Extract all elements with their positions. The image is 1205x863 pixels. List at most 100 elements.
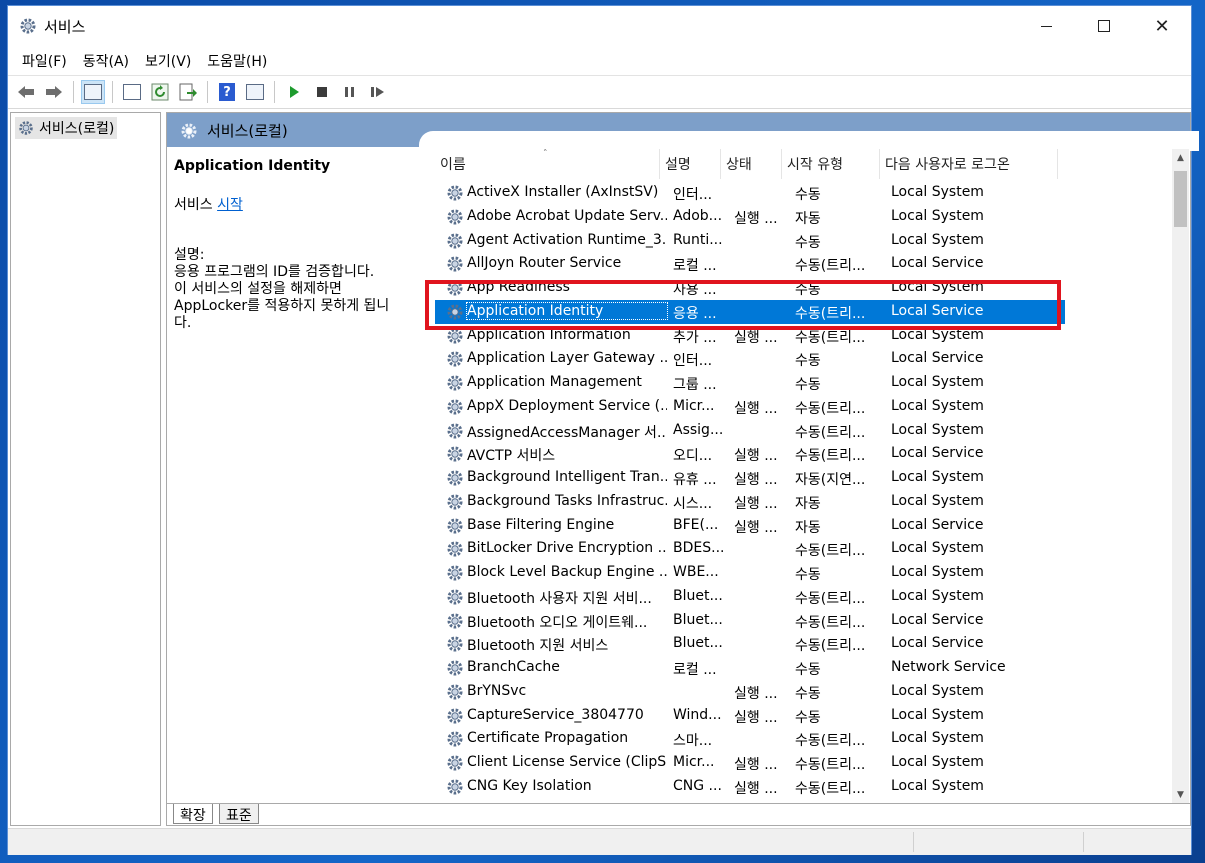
- service-logon: Local System: [891, 587, 984, 604]
- column-header-startup-type[interactable]: 시작 유형: [782, 149, 880, 179]
- table-row[interactable]: Adobe Acrobat Update Serv... Adob... 실행 ..…: [435, 205, 1065, 229]
- table-row[interactable]: Bluetooth 오디오 게이트웨... Bluet... 수동(트리... Loc…: [435, 609, 1065, 633]
- table-row[interactable]: ActiveX Installer (AxInstSV) 인터... 수동 Local…: [435, 181, 1065, 205]
- service-logon: Network Service: [891, 659, 1006, 675]
- title-bar: 서비스 ✕: [8, 6, 1191, 46]
- toolbar-separator: [207, 81, 208, 103]
- column-header-description[interactable]: 설명: [660, 149, 721, 179]
- tree-item-services-local[interactable]: 서비스(로컬): [15, 117, 118, 139]
- service-startup-type: 수동(트리...: [795, 305, 866, 322]
- service-status: 실행 ...: [734, 709, 778, 726]
- pause-icon: [345, 87, 354, 97]
- gear-icon: [445, 729, 465, 749]
- start-icon: [290, 86, 299, 98]
- table-row[interactable]: AssignedAccessManager 서... Assig... 수동(트리.…: [435, 419, 1065, 443]
- service-startup-type: 수동: [795, 353, 821, 370]
- service-logon: Local System: [891, 540, 984, 557]
- service-logon: Local System: [891, 184, 984, 200]
- column-header-logon[interactable]: 다음 사용자로 로그온: [880, 149, 1058, 179]
- table-row[interactable]: BitLocker Drive Encryption ... BDES... 수동(…: [435, 537, 1065, 561]
- forward-button[interactable]: [42, 80, 66, 104]
- refresh-button[interactable]: [148, 80, 172, 104]
- column-header-status[interactable]: 상태: [721, 149, 782, 179]
- close-icon: ✕: [1154, 15, 1170, 37]
- gear-icon: [445, 468, 465, 488]
- tab-standard[interactable]: 표준: [219, 804, 259, 824]
- minimize-button[interactable]: [1017, 6, 1075, 46]
- service-name: Base Filtering Engine: [467, 516, 615, 533]
- help-button[interactable]: ?: [215, 80, 239, 104]
- service-description: Runti...: [673, 231, 723, 248]
- scroll-thumb[interactable]: [1174, 171, 1187, 227]
- stop-service-button[interactable]: [310, 80, 334, 104]
- service-logon: Local System: [891, 231, 984, 248]
- table-row[interactable]: Agent Activation Runtime_3... Runti... 수동 L…: [435, 229, 1065, 253]
- service-logon: Local System: [891, 469, 984, 485]
- table-row[interactable]: Application Information 추가 ... 실행 ... 수동(트리…: [435, 324, 1065, 348]
- table-row[interactable]: AllJoyn Router Service 로컬 ... 수동(트리... Loca…: [435, 252, 1065, 276]
- table-row[interactable]: Block Level Backup Engine ... WBE... 수동 Loc…: [435, 561, 1065, 585]
- table-row[interactable]: Bluetooth 사용자 지원 서비... Bluet... 수동(트리... Lo…: [435, 585, 1065, 609]
- back-button[interactable]: [14, 80, 38, 104]
- service-logon: Local System: [891, 492, 984, 509]
- restart-service-button[interactable]: [366, 80, 390, 104]
- maximize-button[interactable]: [1075, 6, 1133, 46]
- service-name: Agent Activation Runtime_3...: [467, 231, 667, 248]
- gear-icon: [445, 753, 465, 773]
- service-status: 실행 ...: [734, 210, 778, 227]
- table-row[interactable]: CaptureService_3804770 Wind... 실행 ... 수동 Loc…: [435, 704, 1065, 728]
- properties-button[interactable]: [120, 80, 144, 104]
- close-button[interactable]: ✕: [1133, 6, 1191, 46]
- service-startup-type: 자동: [795, 495, 821, 512]
- panel-header: 서비스(로컬): [167, 113, 1199, 151]
- table-row[interactable]: AVCTP 서비스 오디... 실행 ... 수동(트리... Local Servic…: [435, 442, 1065, 466]
- service-logon: Local Service: [891, 302, 984, 319]
- table-row[interactable]: AppX Deployment Service (... Micr... 실행 ..…: [435, 395, 1065, 419]
- scroll-down-icon[interactable]: ▼: [1172, 786, 1189, 803]
- tab-extended[interactable]: 확장: [173, 804, 213, 824]
- table-row[interactable]: App Readiness 사용 ... 수동 Local System: [435, 276, 1065, 300]
- description-text: 다.: [174, 315, 192, 331]
- table-row[interactable]: Bluetooth 지원 서비스 Bluet... 수동(트리... Local Se…: [435, 632, 1065, 656]
- pause-service-button[interactable]: [338, 80, 362, 104]
- column-header-name[interactable]: 이름: [435, 149, 660, 179]
- description-text: 응용 프로그램의 ID를 검증합니다.: [174, 264, 375, 280]
- show-hide-tree-button[interactable]: [81, 80, 105, 104]
- status-bar: [8, 828, 1191, 855]
- menu-view[interactable]: 보기(V): [137, 48, 199, 74]
- gear-icon: [445, 563, 465, 583]
- table-row[interactable]: Client License Service (ClipS... Micr... 실…: [435, 751, 1065, 775]
- table-row[interactable]: Background Tasks Infrastruc... 시스... 실행 ..…: [435, 490, 1065, 514]
- scroll-up-icon[interactable]: ▲: [1172, 149, 1189, 166]
- console-button[interactable]: [243, 80, 267, 104]
- service-description: Bluet...: [673, 587, 723, 604]
- menu-help[interactable]: 도움말(H): [199, 48, 275, 74]
- menu-file[interactable]: 파일(F): [14, 48, 75, 74]
- export-button[interactable]: [176, 80, 200, 104]
- service-name: Application Management: [467, 374, 642, 390]
- menu-action[interactable]: 동작(A): [75, 48, 137, 74]
- gear-icon: [445, 682, 465, 702]
- vertical-scrollbar[interactable]: ▲ ▼: [1172, 149, 1189, 803]
- table-row[interactable]: Background Intelligent Tran... 유휴 ... 실행 .…: [435, 466, 1065, 490]
- table-row[interactable]: BrYNSvc 실행 ... 수동 Local System: [435, 680, 1065, 704]
- table-row[interactable]: Application Management 그룹 ... 수동 Local Syst…: [435, 371, 1065, 395]
- service-startup-type: 수동(트리...: [795, 614, 866, 631]
- toolbar-separator: [73, 81, 74, 103]
- start-service-button[interactable]: [282, 80, 306, 104]
- gear-icon: [445, 278, 465, 298]
- table-row[interactable]: Application Identity 응용 ... 수동(트리... Local …: [435, 299, 1065, 324]
- service-description: 인터...: [673, 187, 713, 203]
- menu-bar: 파일(F) 동작(A) 보기(V) 도움말(H): [8, 48, 1191, 74]
- column-desc-label: 설명: [665, 157, 691, 173]
- table-row[interactable]: CNG Key Isolation CNG ... 실행 ... 수동(트리... Lo…: [435, 775, 1065, 799]
- panel-header-title: 서비스(로컬): [179, 120, 288, 141]
- table-row[interactable]: Application Layer Gateway ... 인터... 수동 Loca…: [435, 347, 1065, 371]
- start-service-link[interactable]: 시작: [217, 197, 243, 213]
- service-startup-type: 수동(트리...: [795, 780, 866, 797]
- table-row[interactable]: Certificate Propagation 스마... 수동(트리... Loca…: [435, 727, 1065, 751]
- table-row[interactable]: BranchCache 로컬 ... 수동 Network Service: [435, 656, 1065, 680]
- table-row[interactable]: Base Filtering Engine BFE(... 실행 ... 자동 Loca…: [435, 514, 1065, 538]
- maximize-icon: [1098, 20, 1110, 32]
- service-name: AllJoyn Router Service: [467, 255, 622, 272]
